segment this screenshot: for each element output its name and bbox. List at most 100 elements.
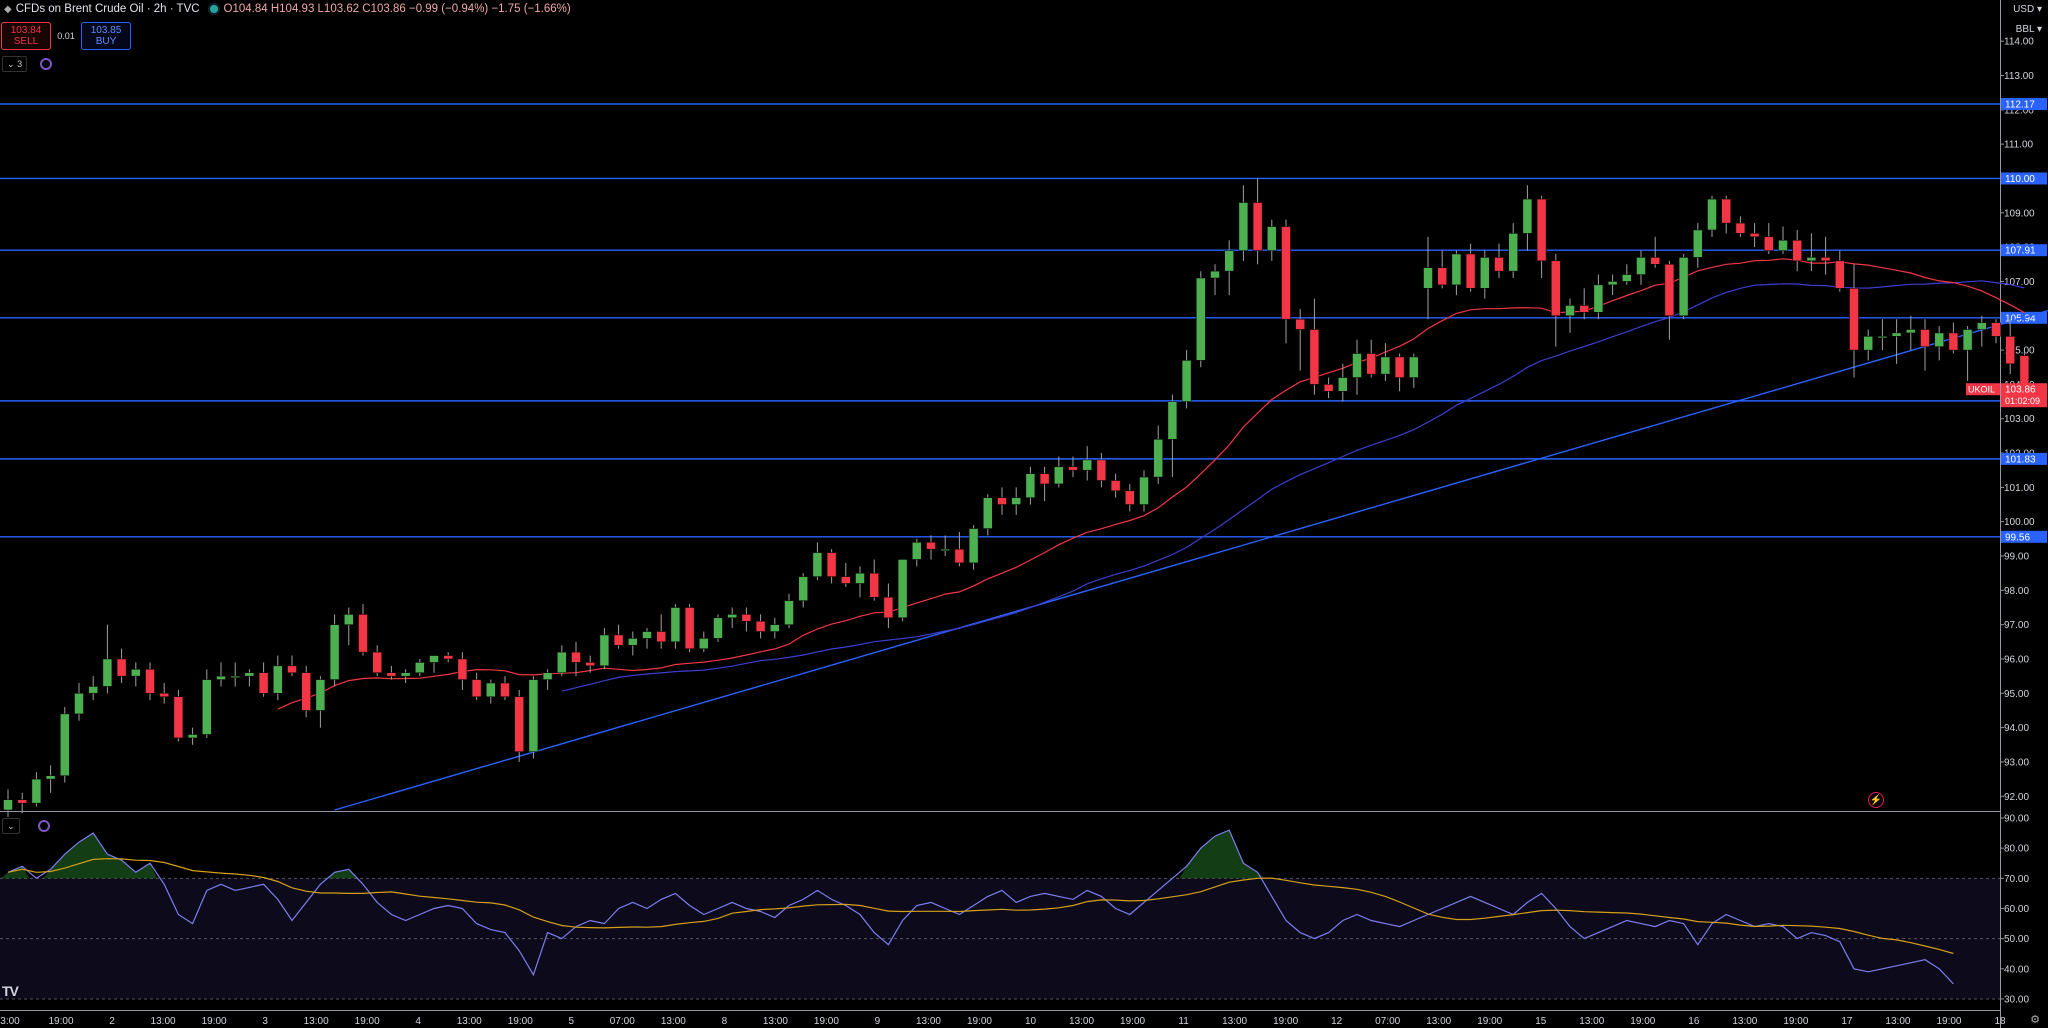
- candle-body: [230, 675, 240, 678]
- candle-body: [1593, 284, 1604, 313]
- level-price-label: 101.83: [2005, 454, 2036, 465]
- candle-body: [1238, 202, 1249, 251]
- candle-body: [45, 775, 56, 780]
- candle-body: [1749, 233, 1760, 238]
- candle-body: [1082, 459, 1092, 471]
- candle-body: [741, 614, 752, 622]
- price-tick-label: 113.00: [2004, 71, 2034, 82]
- candle-body: [486, 682, 496, 697]
- time-tick-label: 13:00: [763, 1016, 788, 1027]
- time-tick-label: 4: [415, 1016, 421, 1027]
- time-tick-label: 19:00: [202, 1016, 227, 1027]
- candle-body: [1522, 198, 1533, 234]
- time-tick-label: 13:00: [661, 1016, 686, 1027]
- candle-body: [1423, 267, 1433, 289]
- time-tick-label: 13:00: [457, 1016, 482, 1027]
- time-tick-label: 15: [1535, 1016, 1547, 1027]
- rsi-tick-label: 60.00: [2004, 904, 2029, 915]
- candle-body: [500, 682, 510, 697]
- candle-body: [443, 655, 453, 660]
- trade-panel: 103.84 SELL 0.01 103.85 BUY: [1, 22, 131, 50]
- tradingview-logo[interactable]: TV: [2, 983, 19, 999]
- candle-body: [415, 662, 425, 673]
- candle-body: [1451, 253, 1462, 286]
- candle-body: [1352, 353, 1362, 378]
- candle-body: [1196, 277, 1206, 361]
- time-tick-label: 3: [262, 1016, 268, 1027]
- candle-body: [812, 552, 823, 577]
- instrument-icon: ◆: [4, 3, 12, 15]
- candle-body: [1181, 360, 1192, 402]
- time-tick-label: 17: [1841, 1016, 1853, 1027]
- candle-body: [599, 634, 610, 667]
- candle-body: [1650, 257, 1660, 265]
- instrument-title: CFDs on Brent Crude Oil · 2h · TVC: [15, 3, 200, 15]
- candle-body: [1721, 198, 1731, 224]
- rsi-tick-label: 30.00: [2004, 994, 2029, 1005]
- gear-icon[interactable]: ⚙: [2030, 1013, 2040, 1026]
- sync-icon[interactable]: [40, 58, 52, 70]
- candle-body: [1778, 240, 1788, 251]
- candle-body: [656, 631, 666, 643]
- indicator-count: 3: [17, 59, 23, 69]
- rsi-tick-label: 40.00: [2004, 964, 2029, 975]
- candle-body: [1934, 332, 1944, 347]
- candle-body: [571, 651, 581, 663]
- candle-body: [1139, 476, 1149, 505]
- currency-label: USD: [2013, 4, 2035, 15]
- rsi-tick-label: 70.00: [2004, 874, 2029, 885]
- candle-body: [926, 542, 936, 550]
- sell-label: SELL: [13, 36, 39, 47]
- candle-body: [429, 655, 439, 663]
- candle-body: [17, 799, 27, 804]
- candle-body: [997, 497, 1007, 505]
- candle-body: [1465, 253, 1476, 289]
- candle-body: [1607, 281, 1618, 286]
- time-tick-label: 19:00: [508, 1016, 533, 1027]
- candle-body: [1068, 466, 1078, 471]
- candle-body: [1678, 257, 1689, 317]
- candle-body: [784, 600, 794, 625]
- time-tick-label: 13:00: [916, 1016, 941, 1027]
- candle-body: [1039, 473, 1050, 485]
- candle-body: [102, 658, 113, 687]
- candle-body: [1323, 384, 1334, 392]
- time-tick-label: 2: [109, 1016, 115, 1027]
- candle-body: [1536, 198, 1547, 262]
- indicators-collapse-button[interactable]: ⌄ 3: [2, 56, 28, 72]
- buy-button[interactable]: 103.85 BUY: [81, 22, 131, 50]
- candle-body: [514, 696, 524, 752]
- candle-body: [457, 658, 468, 680]
- price-tick-label: 94.00: [2004, 723, 2029, 734]
- sell-button[interactable]: 103.84 SELL: [1, 22, 51, 50]
- price-tick-label: 97.00: [2004, 620, 2029, 631]
- rsi-settings-icon[interactable]: [38, 820, 50, 832]
- unit-selector[interactable]: BBL ▾: [2016, 24, 2042, 35]
- candle-body: [1309, 329, 1320, 385]
- candle-body: [1437, 267, 1447, 286]
- candle-body: [727, 614, 737, 619]
- candle-body: [145, 669, 155, 694]
- candle-body: [1210, 270, 1220, 279]
- time-tick-label: 19:00: [1120, 1016, 1145, 1027]
- time-tick-label: 19:00: [814, 1016, 839, 1027]
- candle-body: [897, 559, 908, 619]
- candle-body: [642, 631, 652, 639]
- candle-body: [770, 624, 780, 632]
- candle-body: [1153, 439, 1163, 478]
- rsi-collapse-button[interactable]: ⌄: [2, 818, 20, 834]
- candle-body: [1806, 257, 1817, 262]
- time-tick-label: 13:00: [1426, 1016, 1451, 1027]
- price-tick-label: 109.00: [2004, 208, 2035, 219]
- time-tick-label: 19:00: [49, 1016, 74, 1027]
- candle-body: [1863, 336, 1873, 351]
- chart-canvas[interactable]: 92.00 93.00 94.00 95.00 96.00 97.00 98.00 99.00…: [0, 0, 2048, 1028]
- candle-body: [798, 576, 808, 601]
- candle-body: [841, 576, 851, 584]
- alert-bolt-icon[interactable]: ⚡: [1868, 792, 1884, 808]
- candle-body: [1394, 356, 1405, 378]
- currency-selector[interactable]: USD ▾: [2013, 4, 2042, 15]
- price-tick-label: 99.00: [2004, 552, 2029, 563]
- candle-body: [287, 665, 297, 673]
- candle-body: [670, 607, 681, 643]
